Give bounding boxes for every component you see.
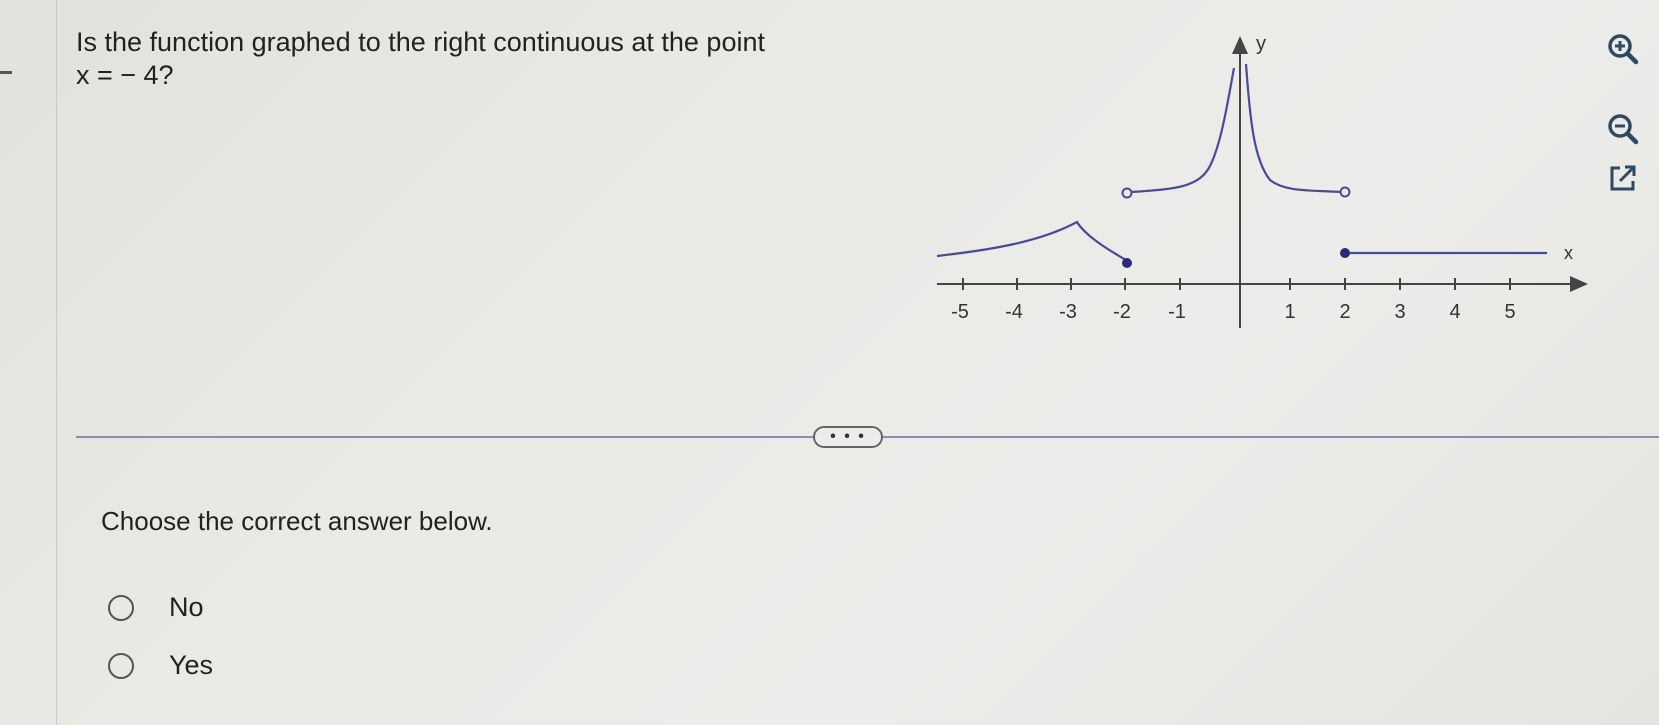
function-graph: x y -5 -4 -3 -2 -1 1 2 3 4 5 <box>936 33 1588 328</box>
answer-option-no[interactable]: No <box>108 592 204 623</box>
left-dash-marker <box>0 71 12 74</box>
x-tick-label: -1 <box>1168 301 1186 323</box>
x-tick-label: -2 <box>1113 301 1131 323</box>
open-new-window-button[interactable] <box>1605 160 1641 196</box>
curve-segment-left <box>936 220 1127 261</box>
zoom-out-icon <box>1608 114 1639 145</box>
answer-option-yes[interactable]: Yes <box>108 650 213 681</box>
instruction-text: Choose the correct answer below. <box>101 506 493 536</box>
closed-point <box>1340 248 1350 258</box>
open-point <box>1121 187 1133 199</box>
question-line-1: Is the function graphed to the right con… <box>76 27 765 57</box>
zoom-in-icon <box>1608 34 1639 65</box>
question-line-2: x = − 4? <box>76 60 174 90</box>
x-tick-label: -5 <box>951 301 969 323</box>
x-tick-label: 2 <box>1339 301 1350 323</box>
x-tick-label: -3 <box>1059 301 1077 323</box>
radio-button-no[interactable] <box>108 594 134 621</box>
curve-segment-right <box>1244 63 1342 194</box>
function-curve <box>936 63 1547 261</box>
x-axis-label: x <box>1564 243 1573 263</box>
x-tick-label: -4 <box>1005 301 1023 323</box>
expand-more-button[interactable]: • • • <box>813 426 883 448</box>
left-border-line <box>56 0 57 725</box>
option-label-no: No <box>169 592 204 622</box>
open-point <box>1339 186 1351 198</box>
y-axis-label: y <box>1256 33 1266 55</box>
external-link-icon <box>1610 165 1636 191</box>
x-tick-label: 1 <box>1284 301 1295 323</box>
x-tick-label: 4 <box>1449 301 1460 323</box>
curve-segment-middle <box>1130 67 1236 194</box>
question-text: Is the function graphed to the right con… <box>76 26 876 92</box>
closed-point <box>1122 258 1132 268</box>
x-tick-label: 3 <box>1394 301 1405 323</box>
radio-button-yes[interactable] <box>108 652 134 679</box>
option-label-yes: Yes <box>169 650 214 680</box>
zoom-in-button[interactable] <box>1605 31 1641 67</box>
zoom-out-button[interactable] <box>1605 111 1641 147</box>
x-tick-label: 5 <box>1504 301 1515 323</box>
